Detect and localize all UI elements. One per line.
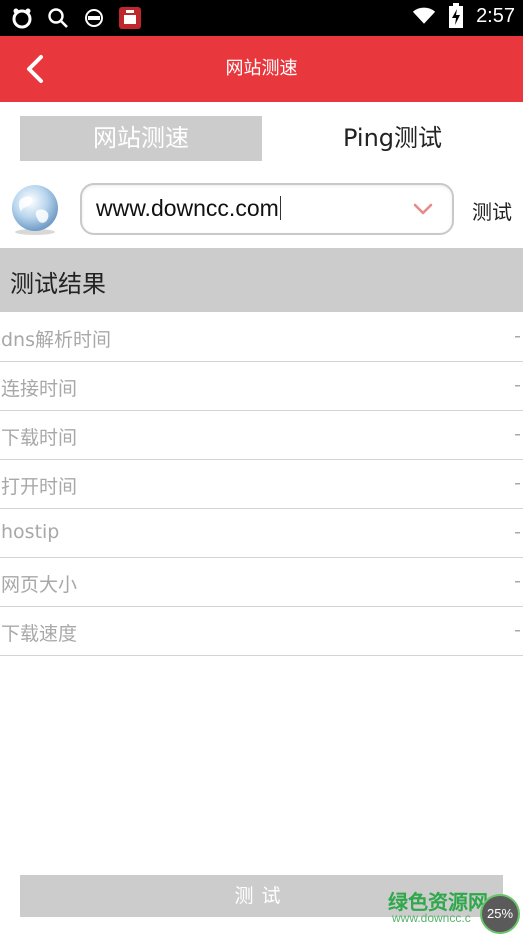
tab-website-speed[interactable]: 网站测速 xyxy=(20,116,262,161)
result-row-dns: dns解析时间 - xyxy=(0,313,523,362)
result-value: - xyxy=(514,521,521,543)
result-label: 打开时间 xyxy=(1,476,78,498)
search-icon xyxy=(46,6,70,30)
result-value: - xyxy=(514,325,521,347)
progress-badge[interactable]: 25% xyxy=(480,894,520,934)
result-label: 连接时间 xyxy=(1,378,78,400)
result-label: 下载时间 xyxy=(1,427,78,449)
result-row-hostip: hostip - xyxy=(0,509,523,558)
tab-ping-test[interactable]: Ping测试 xyxy=(282,116,503,161)
result-value: - xyxy=(514,374,521,396)
status-bar: 2:57 xyxy=(0,0,523,36)
app-header: 网站测速 xyxy=(0,36,523,102)
result-value: - xyxy=(514,619,521,641)
result-row-page-size: 网页大小 - xyxy=(0,558,523,607)
result-label: hostip xyxy=(1,521,60,543)
result-value: - xyxy=(514,423,521,445)
url-input-text: www.downcc.com xyxy=(96,195,281,222)
url-value: www.downcc.com xyxy=(96,195,279,221)
chevron-down-icon[interactable] xyxy=(412,201,434,217)
test-button[interactable]: 测试 xyxy=(472,196,512,225)
result-row-open-time: 打开时间 - xyxy=(0,460,523,509)
result-value: - xyxy=(514,570,521,592)
globe-icon xyxy=(8,182,62,236)
results-title: 测试结果 xyxy=(10,270,106,298)
face-mask-icon xyxy=(82,6,106,30)
page-title: 网站测速 xyxy=(225,58,298,79)
chevron-left-icon xyxy=(27,55,43,83)
url-input[interactable]: www.downcc.com xyxy=(80,183,454,235)
battery-charging-icon xyxy=(444,3,468,28)
app-badge-icon xyxy=(118,6,142,30)
result-row-download-speed: 下载速度 - xyxy=(0,607,523,656)
result-label: 网页大小 xyxy=(1,574,78,596)
wifi-icon xyxy=(412,4,436,28)
result-label: dns解析时间 xyxy=(1,329,112,351)
back-button[interactable] xyxy=(18,52,52,86)
tab-bar: 网站测速 Ping测试 xyxy=(20,116,503,161)
result-row-connect: 连接时间 - xyxy=(0,362,523,411)
result-value: - xyxy=(514,472,521,494)
ring-icon xyxy=(10,6,34,30)
clock: 2:57 xyxy=(476,4,515,27)
result-label: 下载速度 xyxy=(1,623,78,645)
results-header: 测试结果 xyxy=(0,248,523,312)
url-row: www.downcc.com 测试 xyxy=(0,176,523,242)
watermark-url: www.downcc.c xyxy=(392,911,471,925)
text-caret xyxy=(279,196,281,220)
result-row-download-time: 下载时间 - xyxy=(0,411,523,460)
